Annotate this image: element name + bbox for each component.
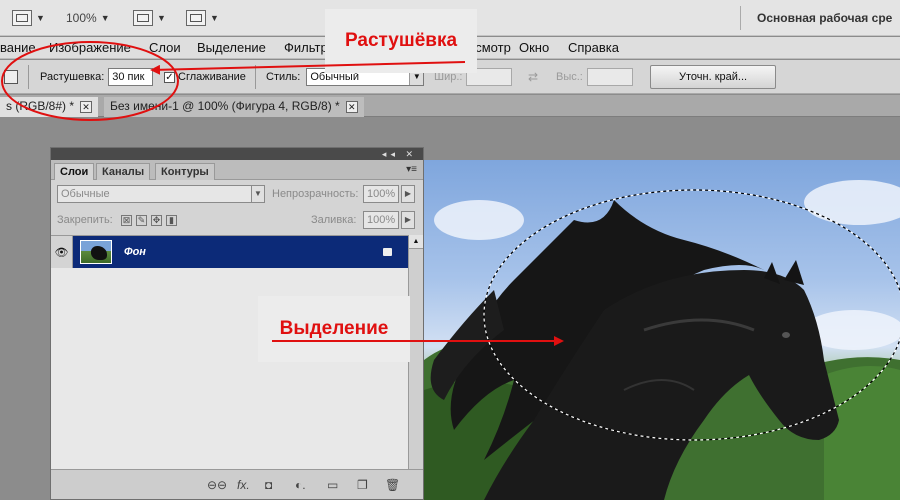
fill-input[interactable]: 100%: [363, 211, 399, 229]
mask-icon[interactable]: ◘: [265, 478, 272, 492]
collapse-icon[interactable]: ◂◂ ✕: [382, 148, 417, 160]
arrange-documents-button[interactable]: ▼: [133, 0, 166, 36]
panel-footer: ⊖⊖ fx. ◘ ◐. ▭ ❐ 🗑: [51, 469, 423, 499]
close-icon[interactable]: ✕: [345, 100, 358, 113]
workspace-switcher[interactable]: Основная рабочая сре: [757, 0, 900, 36]
height-label: Выс.:: [556, 71, 583, 83]
feather-callout: Растушёвка: [325, 9, 477, 73]
document-icon: [12, 10, 32, 26]
menu-layers[interactable]: Слои: [149, 37, 181, 59]
menu-help[interactable]: Справка: [568, 37, 619, 59]
lock-transparency-icon[interactable]: ⊠: [121, 215, 132, 226]
layers-scrollbar[interactable]: ▲: [408, 235, 423, 471]
antialias-group[interactable]: ✓ Сглаживание: [164, 60, 246, 94]
selection-callout-text: Выделение: [279, 318, 389, 339]
tab-document-untitled[interactable]: Без имени-1 @ 100% (Фигура 4, RGB/8) * ✕: [104, 97, 364, 117]
feather-group: Растушевка: 30 пик: [40, 60, 154, 94]
blend-mode-select[interactable]: Обычные: [57, 185, 253, 203]
divider: [255, 65, 256, 89]
feather-input[interactable]: 30 пик: [108, 68, 154, 86]
horse-image: [424, 189, 900, 500]
feather-callout-text: Растушёвка: [344, 30, 458, 51]
tab-channels[interactable]: Каналы: [96, 163, 151, 180]
trash-icon[interactable]: 🗑: [385, 478, 400, 492]
chevron-right-icon[interactable]: ▶: [401, 211, 415, 229]
bridge-button[interactable]: ▼: [12, 0, 45, 36]
chevron-down-icon: ▼: [36, 13, 45, 23]
antialias-label: Сглаживание: [178, 71, 246, 83]
adjustment-icon[interactable]: ◐.: [295, 478, 306, 492]
height-group: Выс.:: [556, 60, 633, 94]
swap-icon[interactable]: ⇄: [528, 60, 538, 94]
tool-preset-picker[interactable]: [4, 60, 18, 94]
divider: [740, 6, 741, 30]
lock-position-icon[interactable]: ✥: [151, 215, 162, 226]
tab-title: s (RGB/8#) *: [6, 99, 75, 113]
menu-edit[interactable]: вание: [0, 37, 36, 59]
opacity-input[interactable]: 100%: [363, 185, 399, 203]
fx-icon[interactable]: fx.: [237, 478, 250, 492]
blend-row: Обычные ▼ Непрозрачность: 100% ▶: [51, 182, 423, 206]
height-input[interactable]: [586, 68, 633, 86]
lock-label: Закрепить:: [57, 214, 113, 226]
menu-select[interactable]: Выделение: [197, 37, 266, 59]
document-tabs: s (RGB/8#) * ✕ Без имени-1 @ 100% (Фигура…: [0, 95, 900, 117]
folder-icon[interactable]: ▭: [327, 478, 338, 492]
chevron-down-icon: ▼: [100, 13, 110, 23]
lock-pixels-icon[interactable]: ✎: [136, 215, 147, 226]
layer-name[interactable]: Фон: [124, 246, 146, 258]
tab-document-active[interactable]: s (RGB/8#) * ✕: [0, 97, 99, 117]
feather-label: Растушевка:: [40, 71, 105, 83]
tab-title: Без имени-1 @ 100% (Фигура 4, RGB/8) *: [110, 99, 340, 113]
chevron-right-icon[interactable]: ▶: [401, 185, 415, 203]
layer-row-background[interactable]: 👁 Фон: [51, 236, 408, 268]
document-canvas[interactable]: [424, 160, 900, 500]
close-icon[interactable]: ✕: [80, 100, 93, 113]
selection-callout: Выделение: [258, 296, 410, 362]
menu-filter[interactable]: Фильтр: [284, 37, 328, 59]
panel-tabs: Слои Каналы Контуры ▾≡: [51, 160, 423, 180]
menu-image[interactable]: Изображение: [49, 37, 131, 59]
chevron-up-icon[interactable]: ▲: [409, 235, 423, 249]
screen-mode-icon: [186, 10, 206, 26]
arrange-icon: [133, 10, 153, 26]
refine-edge-button[interactable]: Уточн. край...: [650, 65, 777, 89]
divider: [28, 65, 29, 89]
eye-icon[interactable]: 👁: [51, 236, 73, 268]
chevron-down-icon: ▼: [210, 13, 219, 23]
chevron-down-icon: ▼: [157, 13, 166, 23]
new-layer-icon[interactable]: ❐: [357, 478, 368, 492]
link-icon[interactable]: ⊖⊖: [207, 478, 227, 492]
lock-row: Закрепить: ⊠ ✎ ✥ ▮ Заливка: 100% ▶: [51, 208, 423, 232]
selection-mode-icon: [4, 70, 18, 84]
screen-mode-button[interactable]: ▼: [186, 0, 219, 36]
zoom-value: 100%: [66, 11, 97, 25]
antialias-checkbox[interactable]: ✓: [164, 71, 175, 83]
tab-paths[interactable]: Контуры: [155, 163, 215, 180]
fill-label: Заливка:: [311, 214, 357, 226]
layer-thumbnail: [80, 240, 112, 264]
chevron-down-icon[interactable]: ▼: [251, 185, 265, 203]
style-label: Стиль:: [266, 71, 301, 83]
panel-menu-icon[interactable]: ▾≡: [406, 164, 417, 175]
zoom-dropdown[interactable]: 100% ▼: [66, 0, 110, 36]
lock-icon: [383, 248, 392, 256]
lock-icons: ⊠ ✎ ✥ ▮: [117, 214, 177, 226]
opacity-label: Непрозрачность:: [272, 188, 359, 200]
tab-layers[interactable]: Слои: [54, 163, 95, 180]
lock-all-icon[interactable]: ▮: [166, 215, 177, 226]
menu-window[interactable]: Окно: [519, 37, 549, 59]
panel-title-bar[interactable]: ◂◂ ✕: [51, 148, 423, 160]
